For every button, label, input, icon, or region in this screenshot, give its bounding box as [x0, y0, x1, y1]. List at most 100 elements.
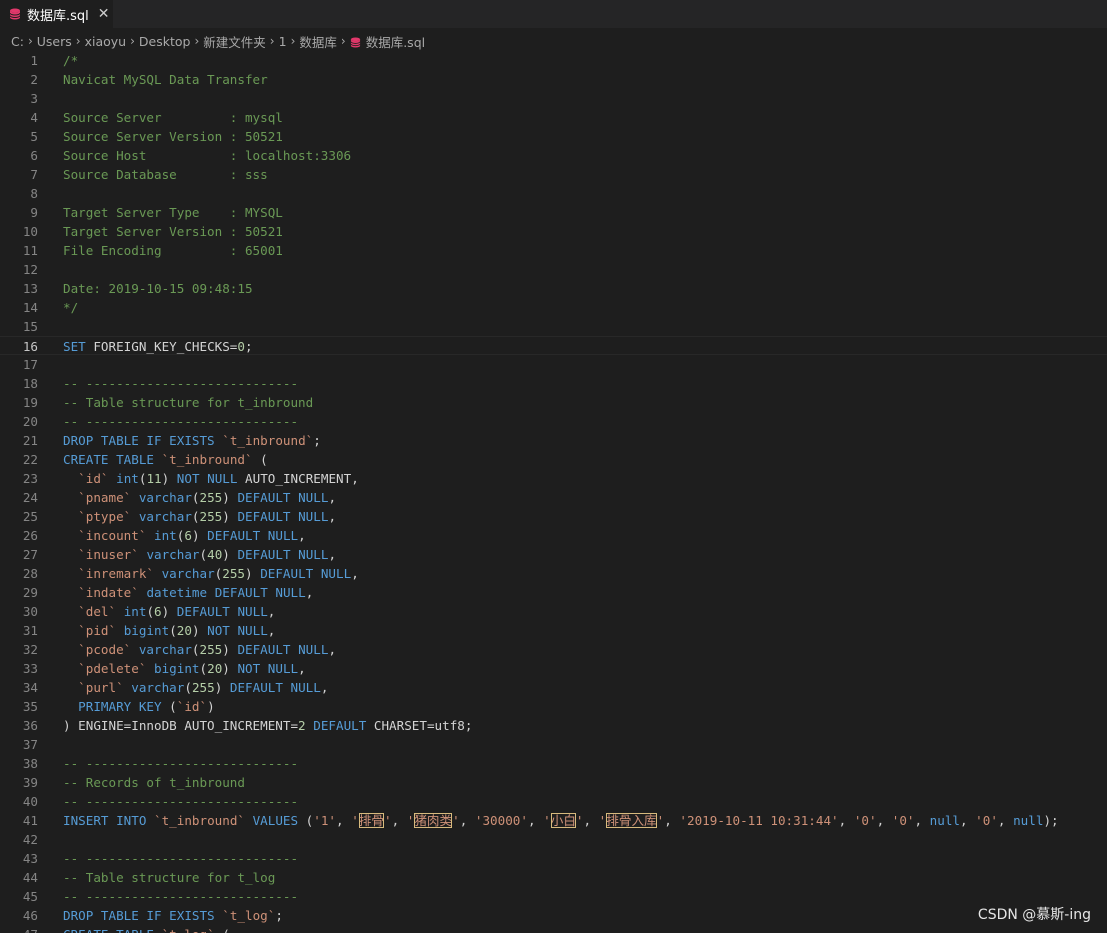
code-line[interactable]: 26 `incount` int(6) DEFAULT NULL,: [0, 526, 1107, 545]
code-token: ,: [298, 661, 306, 676]
code-token: -- Table structure for t_inbround: [63, 395, 314, 410]
close-icon[interactable]: ✕: [98, 6, 110, 22]
breadcrumb-item[interactable]: 新建文件夹: [203, 32, 266, 51]
code-editor[interactable]: 1/* 2 Navicat MySQL Data Transfer 3 4 Source …: [0, 51, 1107, 933]
code-line[interactable]: 22 CREATE TABLE `t_inbround` (: [0, 450, 1107, 469]
code-token: ,: [328, 509, 337, 524]
breadcrumb-item[interactable]: C:: [11, 34, 24, 49]
code-line[interactable]: 18 -- ----------------------------: [0, 374, 1107, 393]
code-text: -- Table structure for t_inbround: [63, 393, 313, 412]
code-line[interactable]: 20 -- ----------------------------: [0, 412, 1107, 431]
code-line[interactable]: 11 File Encoding : 65001: [0, 241, 1107, 260]
breadcrumb-item[interactable]: 数据库.sql: [350, 32, 425, 51]
code-token: DROP TABLE IF EXISTS: [63, 433, 215, 448]
code-token: (: [184, 680, 192, 695]
code-line[interactable]: 6 Source Host : localhost:3306: [0, 146, 1107, 165]
breadcrumb-label: 新建文件夹: [203, 34, 266, 50]
code-text: CREATE TABLE `t_inbround` (: [63, 450, 268, 469]
chevron-right-icon: ›: [290, 34, 296, 48]
code-line[interactable]: 35 PRIMARY KEY (`id`): [0, 697, 1107, 716]
code-line[interactable]: 3: [0, 89, 1107, 108]
code-line[interactable]: 5 Source Server Version : 50521: [0, 127, 1107, 146]
code-line[interactable]: 12: [0, 260, 1107, 279]
code-line[interactable]: 28 `inremark` varchar(255) DEFAULT NULL,: [0, 564, 1107, 583]
code-token: ': [543, 813, 551, 828]
code-token: ,: [583, 813, 599, 828]
code-line[interactable]: 14 */: [0, 298, 1107, 317]
code-line[interactable]: 15: [0, 317, 1107, 336]
code-token: `del`: [78, 604, 117, 619]
code-line[interactable]: 46 DROP TABLE IF EXISTS `t_log`;: [0, 906, 1107, 925]
code-token: ,: [914, 813, 930, 828]
code-text: Source Database : sss: [63, 165, 268, 184]
code-line[interactable]: 29 `indate` datetime DEFAULT NULL,: [0, 583, 1107, 602]
code-token: ,: [997, 813, 1014, 828]
code-line[interactable]: 2 Navicat MySQL Data Transfer: [0, 70, 1107, 89]
code-line[interactable]: 17: [0, 355, 1107, 374]
code-token: `purl`: [78, 680, 124, 695]
code-line[interactable]: 37: [0, 735, 1107, 754]
code-token: varchar: [161, 566, 215, 581]
tab-sql-file[interactable]: 数据库.sql ✕: [0, 0, 113, 28]
code-line[interactable]: 1 /*: [0, 51, 1107, 70]
code-line[interactable]: 21 DROP TABLE IF EXISTS `t_inbround`;: [0, 431, 1107, 450]
code-line[interactable]: 44 -- Table structure for t_log: [0, 868, 1107, 887]
code-token: ,: [328, 490, 337, 505]
code-line[interactable]: 10 Target Server Version : 50521: [0, 222, 1107, 241]
code-line[interactable]: 4 Source Server : mysql: [0, 108, 1107, 127]
chevron-right-icon: ›: [75, 34, 81, 48]
code-token: `id`: [78, 471, 109, 486]
breadcrumb-item[interactable]: Desktop: [139, 34, 191, 49]
code-line[interactable]: 36) ENGINE=InnoDB AUTO_INCREMENT=2 DEFAU…: [0, 716, 1107, 735]
code-token: Target Server Version : 50521: [63, 224, 283, 239]
code-line[interactable]: 19 -- Table structure for t_inbround: [0, 393, 1107, 412]
code-text: `ptype` varchar(255) DEFAULT NULL,: [63, 507, 336, 526]
line-number: 31: [22, 623, 38, 638]
code-line[interactable]: 13 Date: 2019-10-15 09:48:15: [0, 279, 1107, 298]
code-line[interactable]: 40 -- ----------------------------: [0, 792, 1107, 811]
breadcrumb-item[interactable]: 数据库: [299, 32, 337, 51]
code-line[interactable]: 31 `pid` bigint(20) NOT NULL,: [0, 621, 1107, 640]
code-line[interactable]: 16 SET FOREIGN_KEY_CHECKS=0;: [0, 336, 1107, 355]
code-line[interactable]: 23 `id` int(11) NOT NULL AUTO_INCREMENT,: [0, 469, 1107, 488]
code-line[interactable]: 47 CREATE TABLE `t_log` (: [0, 925, 1107, 933]
code-line[interactable]: 39 -- Records of t_inbround: [0, 773, 1107, 792]
code-line[interactable]: 32 `pcode` varchar(255) DEFAULT NULL,: [0, 640, 1107, 659]
code-token: 255: [191, 680, 215, 695]
code-text: -- ----------------------------: [63, 374, 298, 393]
code-line[interactable]: 41 INSERT INTO `t_inbround` VALUES ('1', …: [0, 811, 1107, 830]
code-line[interactable]: 30 `del` int(6) DEFAULT NULL,: [0, 602, 1107, 621]
code-token: int: [116, 471, 139, 486]
code-token: `inremark`: [78, 566, 154, 581]
code-line[interactable]: 34 `purl` varchar(255) DEFAULT NULL,: [0, 678, 1107, 697]
code-token: ,: [391, 813, 407, 828]
code-line[interactable]: 7 Source Database : sss: [0, 165, 1107, 184]
code-token: ,: [267, 623, 276, 638]
line-number: 39: [22, 775, 38, 790]
breadcrumb-item[interactable]: 1: [279, 34, 287, 49]
code-token: 小白: [550, 813, 576, 828]
chevron-right-icon: ›: [194, 34, 200, 48]
breadcrumb-item[interactable]: xiaoyu: [85, 34, 127, 49]
code-line[interactable]: 43 -- ----------------------------: [0, 849, 1107, 868]
code-line[interactable]: 25 `ptype` varchar(255) DEFAULT NULL,: [0, 507, 1107, 526]
code-text: `indate` datetime DEFAULT NULL,: [63, 583, 313, 602]
code-line[interactable]: 27 `inuser` varchar(40) DEFAULT NULL,: [0, 545, 1107, 564]
code-line[interactable]: 8: [0, 184, 1107, 203]
line-number: 14: [22, 300, 38, 315]
code-text: Date: 2019-10-15 09:48:15: [63, 279, 253, 298]
code-line[interactable]: 45 -- ----------------------------: [0, 887, 1107, 906]
code-text: -- ----------------------------: [63, 792, 298, 811]
code-token: CREATE TABLE: [63, 927, 154, 933]
breadcrumb-item[interactable]: Users: [37, 34, 72, 49]
code-line[interactable]: 24 `pname` varchar(255) DEFAULT NULL,: [0, 488, 1107, 507]
code-line[interactable]: 42: [0, 830, 1107, 849]
code-line[interactable]: 9 Target Server Type : MYSQL: [0, 203, 1107, 222]
code-line[interactable]: 38 -- ----------------------------: [0, 754, 1107, 773]
code-line[interactable]: 33 `pdelete` bigint(20) NOT NULL,: [0, 659, 1107, 678]
